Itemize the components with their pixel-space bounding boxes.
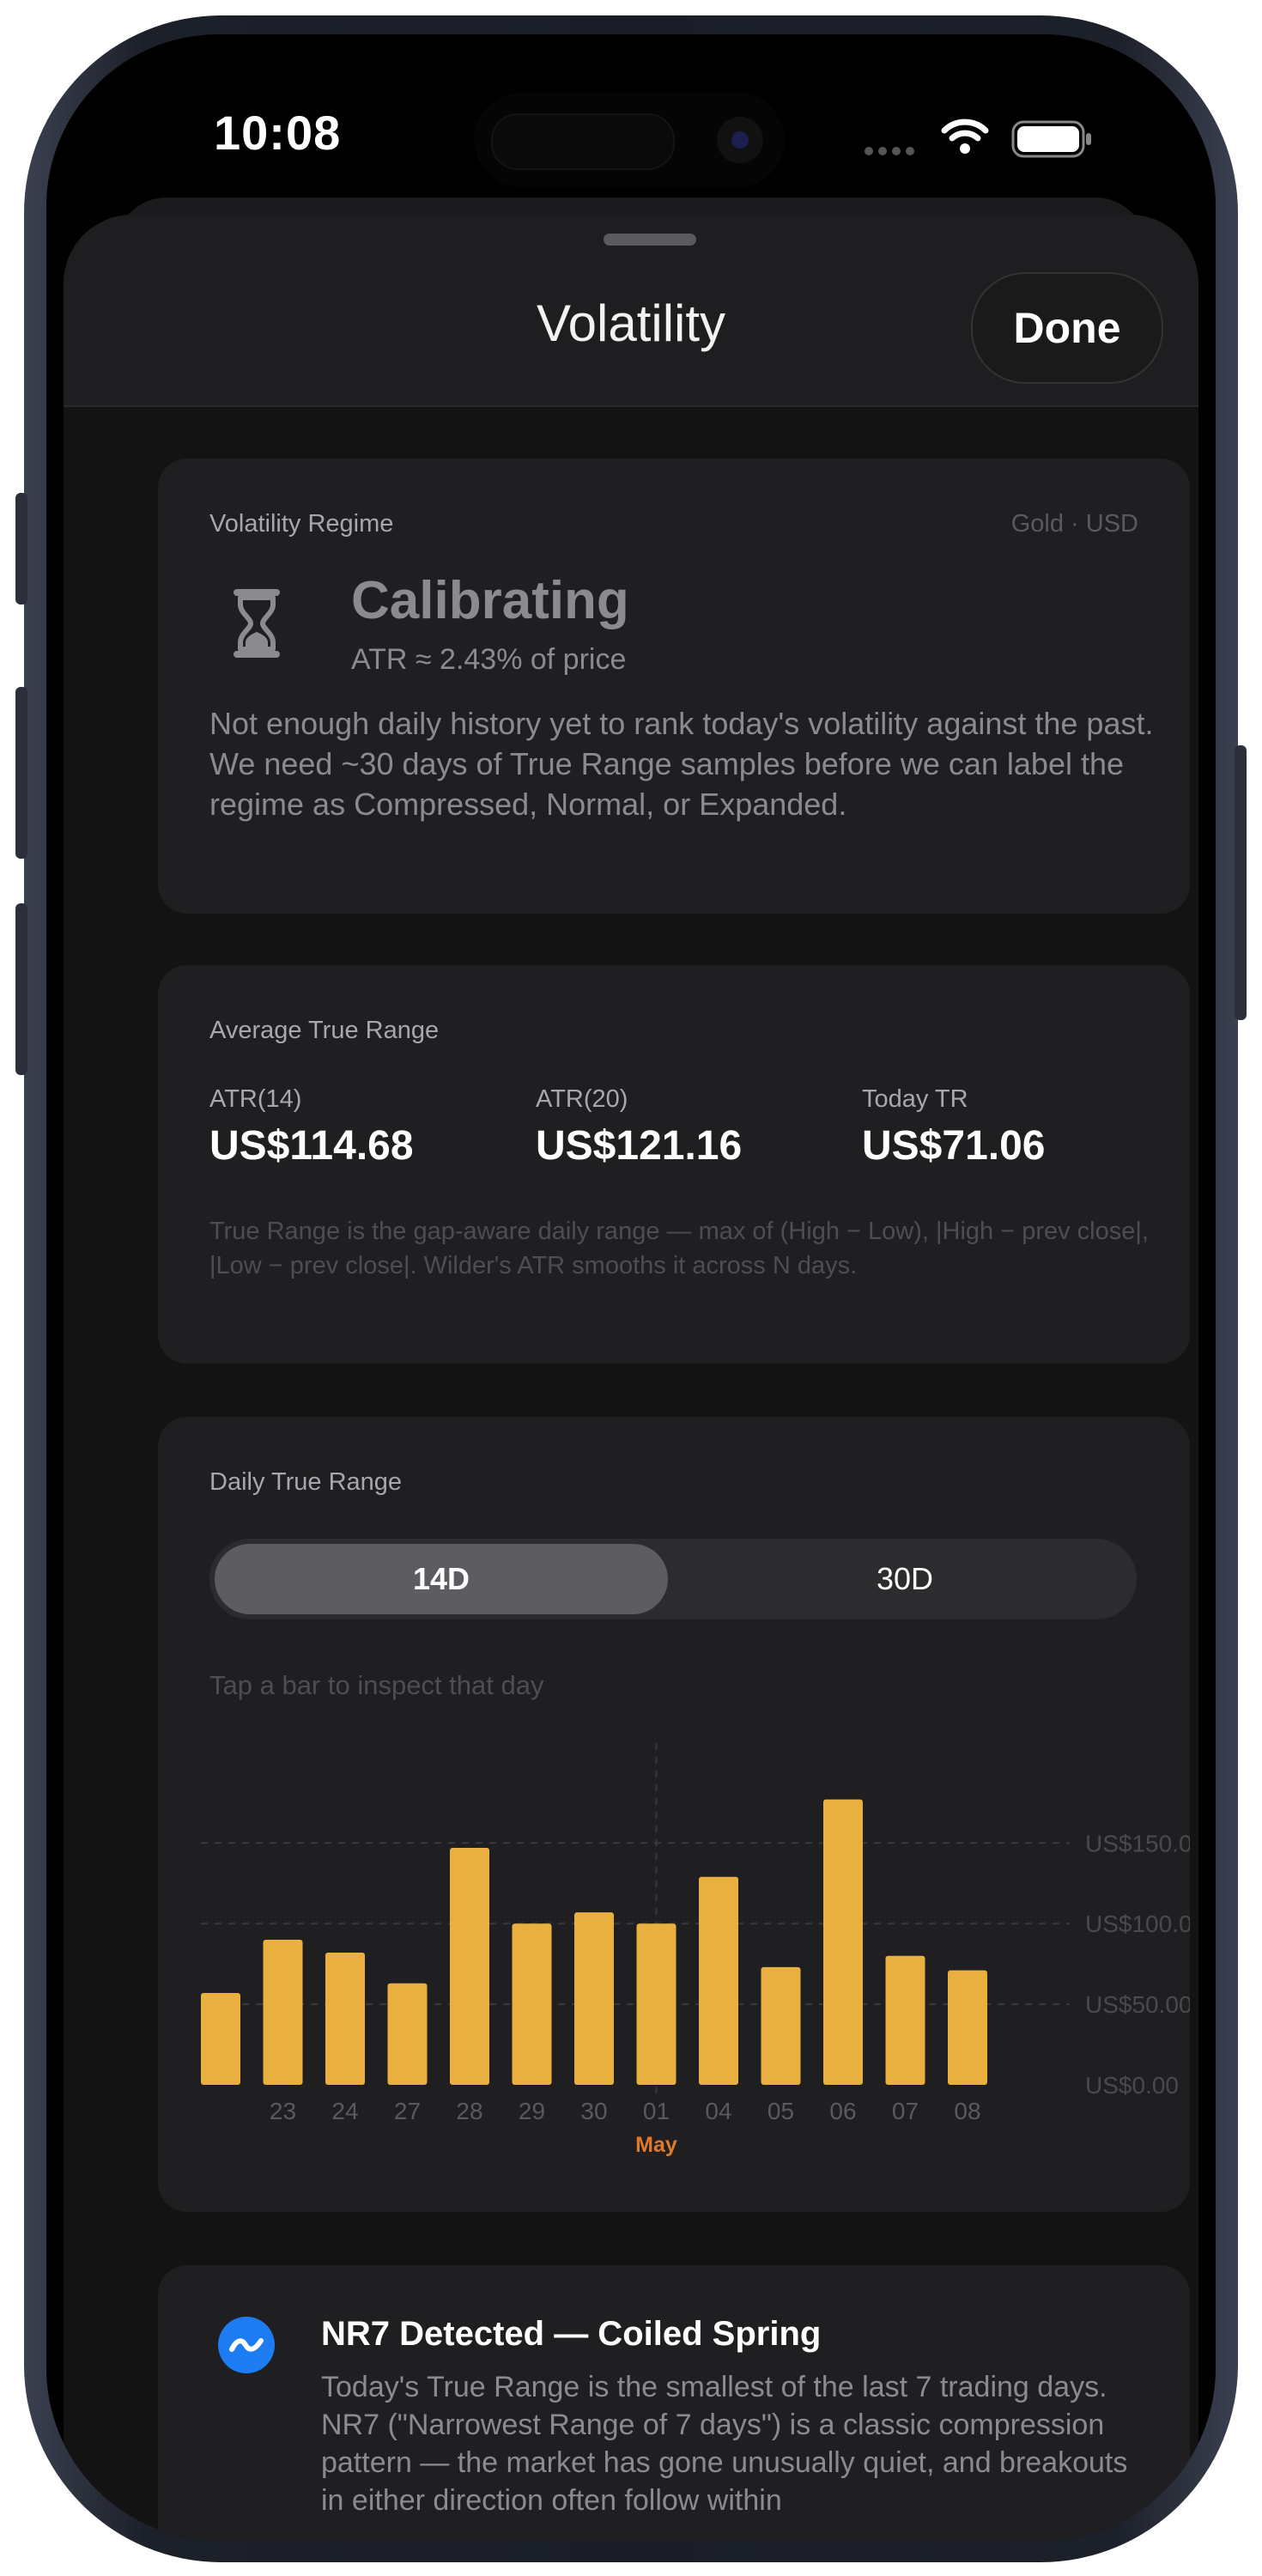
x-tick-label: 28 [456,2098,482,2124]
x-tick-label: 01 [643,2098,670,2124]
atr-card: Average True Range ATR(14) US$114.68 ATR… [158,965,1190,1364]
dynamic-island [474,93,785,187]
stat-value: US$121.16 [536,1123,743,1169]
power-button [1235,745,1247,1020]
bar-29 [512,1923,552,2085]
regime-status: Calibrating [351,571,629,630]
spring-compression-icon [218,2317,275,2373]
volatility-sheet: Volatility Done Volatility Regime Gold ·… [64,215,1198,2540]
x-tick-label: 29 [519,2098,545,2124]
x-tick-label: 04 [705,2098,731,2124]
nr7-title: NR7 Detected — Coiled Spring [321,2315,822,2353]
stat-value: US$71.06 [862,1123,1046,1169]
done-button[interactable]: Done [971,272,1163,384]
island-pill [491,113,675,170]
chart-card: Daily True Range 14D 30D Tap a bar to in… [158,1417,1190,2212]
x-tick-label: 07 [892,2098,919,2124]
phone-screen: 10:08 Volatility Done Volatility Regime [46,34,1216,2540]
bar-27 [387,1983,428,2085]
stat-label: ATR(14) [209,1085,302,1113]
stat-label: Today TR [862,1085,968,1113]
stat-value: US$114.68 [209,1123,414,1169]
asset-label: Gold · USD [1010,510,1138,538]
cellular-signal-icon [865,144,919,160]
stat-atr14: ATR(14) US$114.68 [209,1085,414,1170]
bar-05 [761,1966,801,2085]
volume-up-button [15,687,27,859]
bar-07 [885,1955,925,2085]
month-label: May [635,2133,677,2157]
y-tick-label: US$50.00 [1085,1991,1190,2018]
x-tick-label: 27 [394,2098,421,2124]
x-tick-label: 23 [270,2098,296,2124]
nr7-description: Today's True Range is the smallest of th… [321,2371,1128,2517]
y-tick-label: US$0.00 [1085,2072,1179,2099]
bar-28 [450,1847,489,2085]
bar-04 [699,1876,738,2085]
bar-01 [636,1923,677,2085]
status-bar: 10:08 [46,34,1216,223]
action-button [15,493,27,605]
sheet-grabber[interactable] [604,234,696,246]
x-tick-label: 30 [580,2098,607,2124]
x-tick-label: 05 [768,2098,794,2124]
segment-30d[interactable]: 30D [678,1544,1132,1614]
volume-down-button [15,903,27,1075]
x-tick-label: 24 [331,2098,358,2124]
atr-percent-note: ATR ≈ 2.43% of price [351,643,627,676]
battery-icon [1011,120,1091,158]
wifi-icon [941,118,989,154]
bar-23 [263,1940,303,2085]
bar-08 [948,1970,987,2085]
bar-06 [823,1799,863,2085]
bar-30 [574,1912,614,2085]
camera-icon [717,117,763,163]
true-range-chart: US$0.00 US$50.00 US$100.00 US$150.00 22 23 24 2… [201,1743,1190,2157]
bar-22 [201,1992,240,2085]
regime-card: Volatility Regime Gold · USD Calibrating… [158,459,1190,914]
stat-label: ATR(20) [536,1085,628,1113]
y-tick-label: US$100.00 [1085,1911,1190,1937]
chart-hint: Tap a bar to inspect that day [209,1670,544,1700]
nr7-card: NR7 Detected — Coiled Spring Today's Tru… [158,2265,1190,2540]
hourglass-icon [234,589,280,658]
range-segmented-control: 14D 30D [209,1539,1137,1619]
chart-card-label: Daily True Range [209,1468,403,1496]
atr-card-label: Average True Range [209,1017,440,1044]
status-time: 10:08 [214,106,342,160]
segment-14d[interactable]: 14D [215,1544,668,1614]
x-tick-label: 08 [954,2098,980,2124]
true-range-note: True Range is the gap-aware daily range … [209,1218,1149,1279]
stat-atr20: ATR(20) US$121.16 [536,1085,742,1170]
regime-card-label: Volatility Regime [209,510,394,538]
bar-24 [325,1953,365,2085]
regime-description: Not enough daily history yet to rank tod… [209,706,1154,822]
sheet-header: Volatility Done [64,215,1198,407]
y-tick-label: US$150.00 [1085,1830,1190,1856]
x-tick-label: 22 [207,2098,234,2124]
x-tick-label: 06 [829,2098,856,2124]
stat-today-tr: Today TR US$71.06 [862,1085,1046,1170]
